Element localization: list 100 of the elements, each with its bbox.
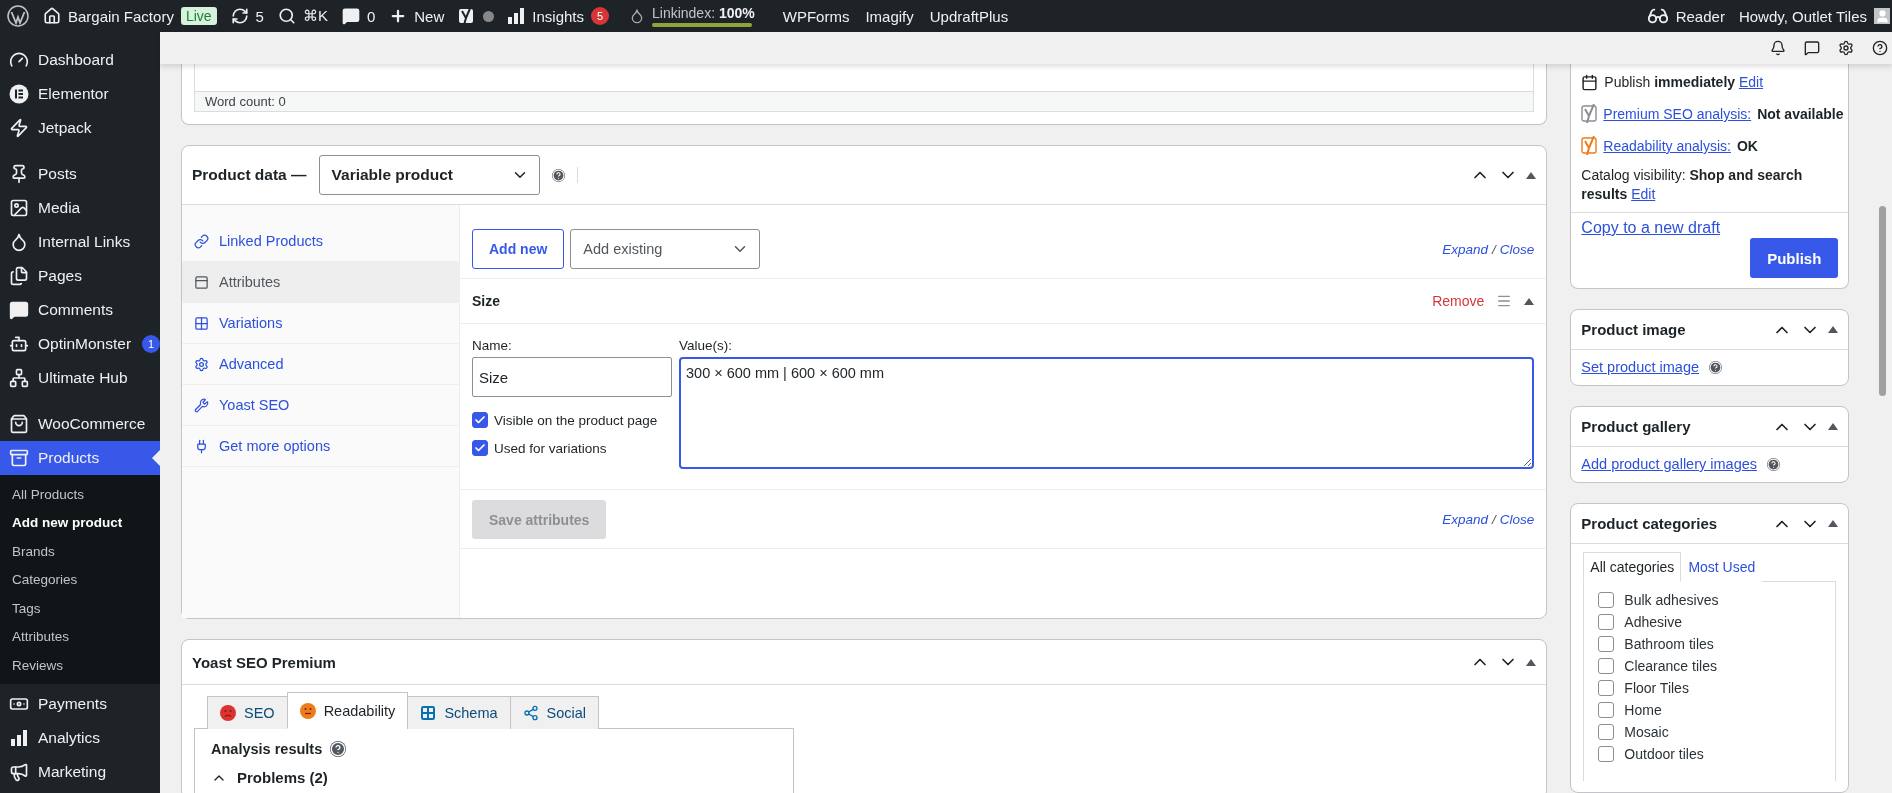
sidebar-item[interactable]: Pages	[0, 259, 160, 293]
panel-title: Product categories	[1581, 515, 1718, 532]
toolbar-link[interactable]: UpdraftPlus	[929, 0, 1009, 32]
sidebar-item[interactable]: OptinMonster 1	[0, 327, 160, 361]
submenu-item[interactable]: All Products	[0, 480, 160, 509]
checkbox[interactable]	[472, 412, 488, 428]
analysis-tab[interactable]: Readability	[286, 692, 409, 729]
checkbox-label: Visible on the product page	[494, 412, 658, 428]
site-menu[interactable]: Bargain Factory Live	[43, 0, 217, 32]
new-menu[interactable]: New	[389, 0, 445, 32]
list-icon	[194, 274, 209, 290]
analysis-tab[interactable]: Schema	[407, 696, 511, 729]
analysis-tab[interactable]: SEO	[207, 696, 288, 729]
live-badge: Live	[180, 7, 217, 25]
chat-icon[interactable]	[1804, 40, 1820, 56]
help-icon[interactable]	[1872, 40, 1888, 56]
wordpress-logo[interactable]	[7, 5, 29, 27]
checkbox[interactable]	[1598, 746, 1615, 762]
category-tab[interactable]: All categories	[1583, 552, 1682, 582]
bar-chart-icon	[10, 729, 28, 746]
close-link[interactable]: Close	[1499, 241, 1535, 257]
updates-menu[interactable]: 5	[230, 0, 264, 32]
checkbox[interactable]	[1598, 702, 1615, 718]
sidebar-item[interactable]: Dashboard	[0, 43, 160, 77]
scrollbar-thumb[interactable]	[1878, 206, 1886, 396]
checkbox[interactable]	[1598, 614, 1615, 630]
checkbox[interactable]	[472, 440, 488, 456]
drag-handle-icon[interactable]	[1496, 293, 1513, 309]
publish-button[interactable]: Publish	[1750, 238, 1839, 278]
toggle-triangle-icon[interactable]	[1828, 520, 1839, 527]
sidebar-item[interactable]: Media	[0, 191, 160, 225]
toolbar-link[interactable]: WPForms	[782, 0, 850, 32]
checkmark-icon	[474, 414, 486, 426]
comment-icon	[9, 300, 29, 320]
product-type-select[interactable]: Variable product	[318, 155, 540, 195]
submenu-item[interactable]: Brands	[0, 537, 160, 566]
submenu-item[interactable]: Reviews	[0, 651, 160, 680]
checkbox[interactable]	[1598, 724, 1615, 740]
analysis-link[interactable]: Premium SEO analysis:	[1603, 106, 1752, 122]
gear-icon	[194, 356, 209, 372]
megaphone-icon	[9, 761, 29, 782]
product-data-tab[interactable]: Variations	[182, 303, 459, 344]
close-link[interactable]: Close	[1499, 512, 1535, 527]
account-menu[interactable]: Howdy, Outlet Tiles	[1738, 0, 1890, 32]
submenu-item[interactable]: Tags	[0, 594, 160, 623]
field-label: Name:	[472, 338, 513, 353]
product-data-tab[interactable]: Advanced	[182, 344, 459, 385]
panel-title: Product image	[1581, 321, 1686, 338]
sidebar-item[interactable]: Ultimate Hub	[0, 361, 160, 395]
toggle-triangle-icon[interactable]	[1828, 423, 1839, 430]
insights-menu[interactable]: Insights 5	[508, 0, 609, 32]
analysis-link[interactable]: Readability analysis:	[1603, 138, 1731, 154]
image-link[interactable]: Add product gallery images	[1581, 456, 1758, 472]
submenu-item[interactable]: Categories	[0, 565, 160, 594]
checkbox[interactable]	[1598, 680, 1615, 696]
toggle-triangle-icon[interactable]	[1524, 297, 1535, 305]
elementor-logo	[9, 84, 29, 104]
product-data-tab[interactable]: Yoast SEO	[182, 385, 459, 426]
sidebar-item[interactable]: WooCommerce	[0, 407, 160, 441]
search-menu[interactable]: ⌘K	[277, 0, 328, 32]
problems-toggle[interactable]: Problems (2)	[211, 769, 777, 786]
panel-title: Product gallery	[1581, 418, 1691, 435]
sidebar-item[interactable]: Posts	[0, 157, 160, 191]
sidebar-item[interactable]: Products	[0, 441, 160, 475]
sidebar-item[interactable]: Analytics	[0, 720, 160, 755]
sidebar-item[interactable]: Payments	[0, 686, 160, 721]
expand-link[interactable]: Expand	[1442, 512, 1489, 527]
values-textarea[interactable]: 300 × 600 mm | 600 × 600 mm	[679, 357, 1535, 469]
expand-link[interactable]: Expand	[1442, 241, 1489, 257]
remove-link[interactable]: Remove	[1432, 293, 1485, 309]
edit-link[interactable]: Edit	[1631, 186, 1656, 202]
linkindex-menu[interactable]: Linkindex: 100%	[629, 0, 755, 32]
edit-link[interactable]: Edit	[1738, 74, 1764, 90]
notification-bell-icon[interactable]	[1770, 40, 1786, 56]
analysis-tab[interactable]: Social	[509, 696, 600, 729]
gauge-icon	[9, 50, 29, 70]
toggle-triangle-icon[interactable]	[1828, 326, 1839, 333]
toolbar-link[interactable]: Imagify	[865, 0, 914, 32]
toggle-triangle-icon[interactable]	[1526, 658, 1537, 666]
add-new-button[interactable]: Add new	[472, 229, 565, 269]
toggle-triangle-icon[interactable]	[1526, 171, 1537, 179]
comments-menu[interactable]: 0	[341, 0, 376, 32]
sidebar-item[interactable]: Elementor	[0, 77, 160, 111]
product-data-tab[interactable]: Get more options	[182, 426, 459, 467]
sidebar-item[interactable]: Internal Links	[0, 225, 160, 259]
sidebar-item[interactable]: Marketing	[0, 754, 160, 789]
name-input[interactable]: Size	[472, 357, 672, 397]
sidebar-item[interactable]: Comments	[0, 293, 160, 327]
checkbox[interactable]	[1598, 636, 1615, 652]
sidebar-item[interactable]: Jetpack	[0, 111, 160, 145]
settings-icon[interactable]	[1838, 40, 1854, 56]
add-existing-select[interactable]: Add existing	[570, 229, 761, 269]
reader-menu[interactable]: Reader	[1646, 0, 1725, 32]
product-data-tab[interactable]: Attributes	[182, 262, 459, 303]
copy-draft-link[interactable]: Copy to a new draft	[1581, 219, 1721, 237]
checkbox[interactable]	[1598, 658, 1615, 674]
submenu-item[interactable]: Add new product	[0, 508, 160, 537]
image-link[interactable]: Set product image	[1581, 359, 1699, 375]
checkbox[interactable]	[1598, 592, 1615, 608]
submenu-item[interactable]: Attributes	[0, 622, 160, 651]
